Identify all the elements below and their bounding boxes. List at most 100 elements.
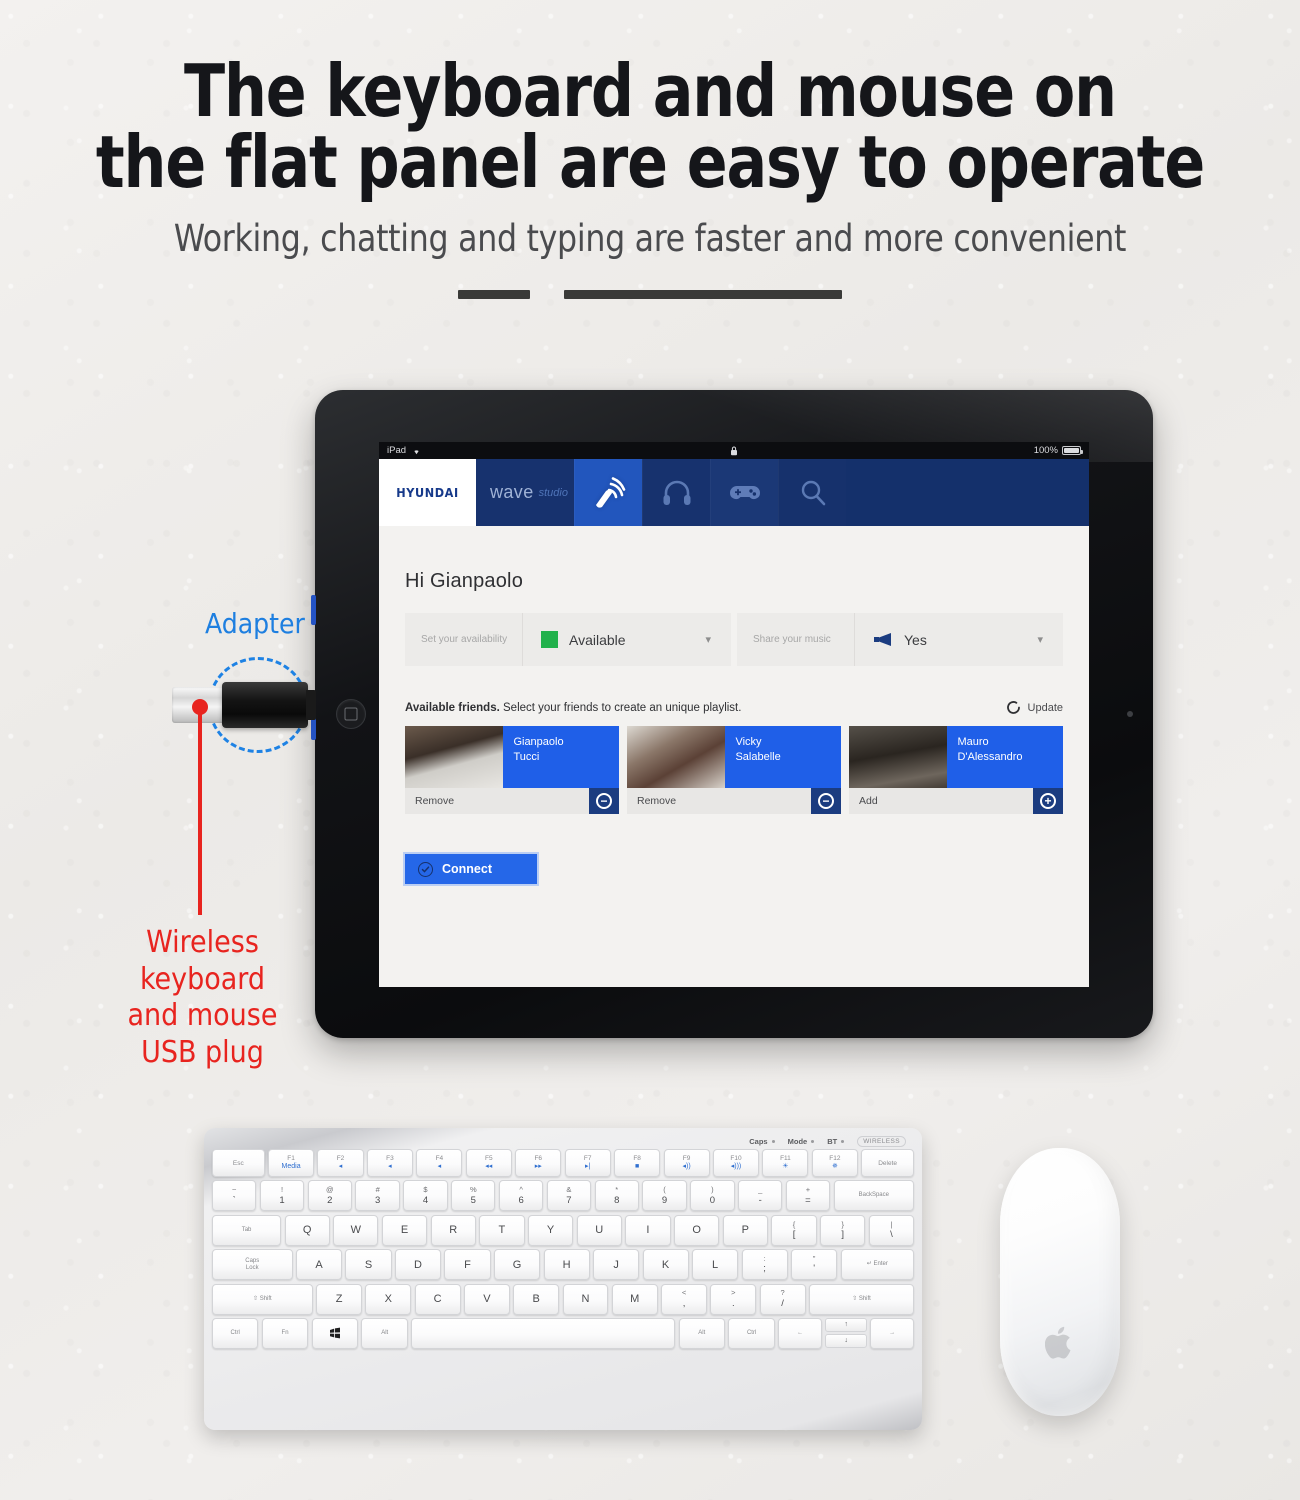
key-backslash[interactable]: | \	[868, 1214, 915, 1246]
chevron-down-icon-2[interactable]: ▾	[1037, 633, 1043, 646]
key-l[interactable]: L	[692, 1249, 739, 1281]
key-4[interactable]: $4	[403, 1180, 448, 1212]
nav-wave-title-block[interactable]: wave studio	[476, 459, 574, 526]
key-n[interactable]: N	[562, 1283, 609, 1315]
key-w[interactable]: W	[333, 1214, 379, 1246]
key-v[interactable]: V	[463, 1283, 510, 1315]
share-music-value-wrap[interactable]: Yes ▾	[855, 632, 1063, 648]
key-shift-left[interactable]: ⇧ Shift	[212, 1283, 313, 1315]
key-period[interactable]: >.	[710, 1283, 757, 1315]
key-arrow-left[interactable]: ←	[778, 1317, 822, 1349]
key-5[interactable]: % 5	[451, 1180, 496, 1212]
key-f5[interactable]: F5 ◂◂	[465, 1149, 512, 1177]
key-f6[interactable]: F6 ▸▸	[515, 1149, 562, 1177]
key-7[interactable]: & 7	[546, 1180, 592, 1212]
home-button[interactable]	[336, 699, 366, 729]
key-windows[interactable]	[311, 1317, 359, 1349]
key-g[interactable]: G	[493, 1249, 541, 1281]
key-f4[interactable]: F4 ◂	[416, 1149, 463, 1177]
friend-card[interactable]: Gianpaolo Tucci Remove −	[405, 726, 619, 814]
brand-logo[interactable]: HYUNDAI	[379, 459, 476, 526]
key-f8[interactable]: F8 ■	[614, 1149, 661, 1177]
key-slash[interactable]: ? /	[759, 1283, 806, 1315]
key-arrow-right[interactable]: →	[870, 1317, 914, 1349]
key-b[interactable]: B	[513, 1283, 560, 1315]
key-0[interactable]: ) 0	[690, 1180, 735, 1212]
key-f11[interactable]: F11 ☀	[762, 1149, 809, 1177]
key-f3[interactable]: F3 ◂	[366, 1149, 413, 1177]
chevron-down-icon[interactable]: ▾	[705, 633, 711, 646]
key-enter[interactable]: ↵ Enter	[840, 1249, 915, 1281]
connect-button[interactable]: Connect	[405, 854, 537, 884]
key-d[interactable]: D	[394, 1249, 442, 1281]
key-bracket-left[interactable]: {[	[771, 1214, 817, 1246]
nav-tab-broadcast[interactable]	[574, 459, 642, 526]
key-c[interactable]: C	[414, 1283, 461, 1315]
key-r[interactable]: R	[430, 1214, 476, 1246]
key-y[interactable]: Y	[527, 1214, 574, 1246]
key-semicolon[interactable]: :;	[741, 1249, 788, 1281]
friend-card[interactable]: Mauro D'Alessandro Add +	[849, 726, 1063, 814]
key-equals[interactable]: + =	[785, 1180, 831, 1212]
share-music-setting[interactable]: Share your music Yes ▾	[737, 613, 1063, 666]
key-j[interactable]: J	[593, 1249, 640, 1281]
key-f[interactable]: F	[444, 1249, 491, 1281]
key-m[interactable]: M	[611, 1283, 658, 1315]
key-f9[interactable]: F9 ◂))	[663, 1149, 710, 1177]
key-backspace[interactable]: BackSpace	[833, 1180, 915, 1212]
key-e[interactable]: E	[381, 1214, 428, 1246]
key-arrow-down[interactable]: ↓	[825, 1333, 867, 1348]
key-p[interactable]: P	[722, 1214, 768, 1246]
key-f12[interactable]: F12 ✵	[811, 1149, 858, 1177]
key-o[interactable]: O	[674, 1214, 720, 1246]
key-backtick[interactable]: ~ `	[212, 1180, 257, 1212]
key-ctrl-left[interactable]: Ctrl	[212, 1317, 259, 1349]
key-f10[interactable]: F10 ◂)))	[712, 1149, 760, 1177]
key-alt-right[interactable]: Alt	[678, 1317, 726, 1349]
key-space[interactable]	[411, 1317, 676, 1349]
key-k[interactable]: K	[642, 1249, 689, 1281]
key-z[interactable]: Z	[316, 1283, 363, 1315]
key-u[interactable]: U	[576, 1214, 622, 1246]
friend-card[interactable]: Vicky Salabelle Remove −	[627, 726, 841, 814]
availability-setting[interactable]: Set your availability Available ▾	[405, 613, 731, 666]
nav-tab-games[interactable]	[710, 459, 778, 526]
key-h[interactable]: H	[543, 1249, 590, 1281]
key-a[interactable]: A	[295, 1249, 343, 1281]
key-9[interactable]: (9	[642, 1180, 687, 1212]
key-1[interactable]: ! 1	[259, 1180, 305, 1212]
key-f7[interactable]: F7 ▸|	[564, 1149, 611, 1177]
key-8[interactable]: * 8	[594, 1180, 639, 1212]
key-alt-left[interactable]: Alt	[361, 1317, 408, 1349]
key-t[interactable]: T	[479, 1214, 525, 1246]
key-fn[interactable]: Fn	[261, 1317, 309, 1349]
key-q[interactable]: Q	[284, 1214, 330, 1246]
key-3[interactable]: #3	[355, 1180, 400, 1212]
key-i[interactable]: I	[625, 1214, 671, 1246]
key-esc[interactable]: Esc	[212, 1149, 265, 1177]
key-minus[interactable]: _ -	[737, 1180, 783, 1212]
key-arrow-up[interactable]: ↑	[825, 1317, 867, 1332]
key-shift-right[interactable]: ⇧ Shift	[808, 1283, 915, 1315]
friend-add-button[interactable]: +	[1033, 788, 1063, 814]
key-2[interactable]: @2	[307, 1180, 353, 1212]
nav-tab-music[interactable]	[642, 459, 710, 526]
key-caps-lock[interactable]: Caps Lock	[212, 1249, 293, 1281]
key-delete[interactable]: Delete	[861, 1149, 914, 1177]
volume-up-button[interactable]	[311, 595, 316, 625]
nav-tab-search[interactable]	[778, 459, 846, 526]
availability-value-wrap[interactable]: Available ▾	[523, 631, 731, 648]
key-x[interactable]: X	[365, 1283, 412, 1315]
key-f1[interactable]: F1 Media	[268, 1149, 315, 1177]
key-comma[interactable]: <,	[661, 1283, 707, 1315]
key-6[interactable]: ^ 6	[498, 1180, 544, 1212]
update-button[interactable]: Update	[1006, 700, 1063, 715]
key-quote[interactable]: " '	[791, 1249, 838, 1281]
key-f2[interactable]: F2 ◂	[317, 1149, 364, 1177]
key-tab[interactable]: Tab	[212, 1214, 282, 1246]
friend-remove-button[interactable]: −	[589, 788, 619, 814]
key-s[interactable]: S	[345, 1249, 392, 1281]
key-bracket-right[interactable]: }]	[820, 1214, 866, 1246]
friend-remove-button[interactable]: −	[811, 788, 841, 814]
key-ctrl-right[interactable]: Ctrl	[728, 1317, 775, 1349]
